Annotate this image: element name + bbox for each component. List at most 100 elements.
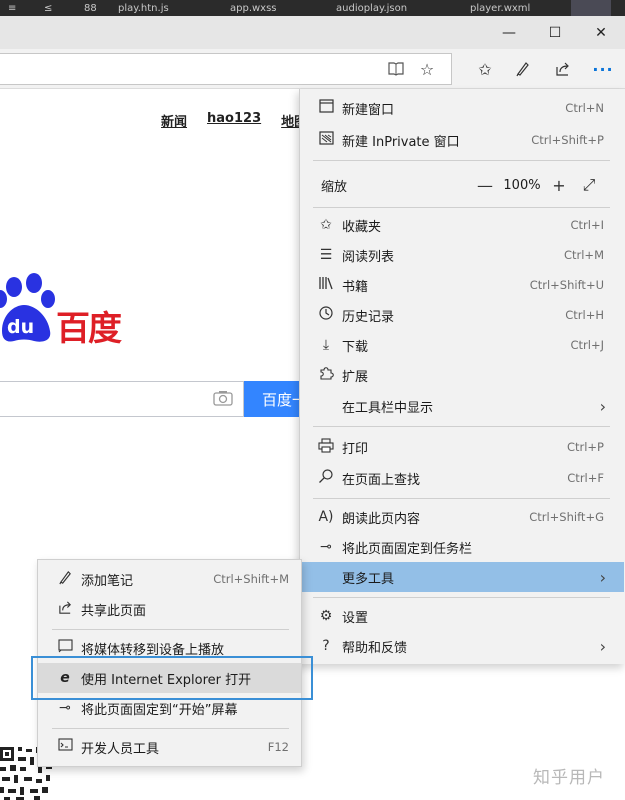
menu-help[interactable]: ? 帮助和反馈 ›: [300, 631, 624, 661]
maximize-button[interactable]: ☐: [532, 16, 578, 49]
inprivate-icon: [317, 131, 335, 149]
toolbar: ☆ ✩ ···: [0, 49, 625, 89]
more-button[interactable]: ···: [585, 53, 621, 85]
menu-shortcut: Ctrl+Shift+P: [531, 133, 604, 147]
read-aloud-icon: A): [318, 509, 334, 525]
chevron-right-icon: ›: [599, 567, 606, 587]
taskbar-item[interactable]: player.wxml: [470, 3, 530, 14]
menu-label: 下载: [342, 339, 369, 355]
star-icon[interactable]: ☆: [412, 54, 442, 84]
menu-downloads[interactable]: ⤓ 下载 Ctrl+J: [300, 330, 624, 360]
menu-label: 开发人员工具: [81, 741, 160, 757]
menu-divider: [313, 207, 610, 208]
extensions-icon: [317, 365, 335, 385]
menu-label: 将此页面固定到任务栏: [342, 541, 473, 557]
taskbar-item[interactable]: 88: [84, 3, 97, 14]
book-icon[interactable]: [381, 54, 411, 84]
menu-shortcut: Ctrl+I: [570, 218, 605, 232]
menu-label: 新建 InPrivate 窗口: [342, 134, 460, 150]
taskbar-item[interactable]: play.htn.js: [118, 3, 169, 14]
zoom-out-button[interactable]: —: [470, 176, 500, 195]
menu-label: 缩放: [321, 179, 348, 195]
reading-list-icon: ☰: [319, 247, 333, 263]
menu-books[interactable]: 书籍 Ctrl+Shift+U: [300, 270, 624, 300]
menu-print[interactable]: 打印 Ctrl+P: [300, 432, 624, 462]
taskbar-item[interactable]: app.wxss: [230, 3, 277, 14]
search-input[interactable]: [0, 381, 244, 417]
menu-history[interactable]: 历史记录 Ctrl+H: [300, 300, 624, 330]
menu-extensions[interactable]: 扩展: [300, 360, 624, 390]
cast-icon: [56, 639, 74, 657]
download-icon: ⤓: [322, 337, 330, 353]
submenu-share[interactable]: 共享此页面: [38, 594, 301, 624]
chevron-right-icon: ›: [599, 636, 606, 656]
menu-label: 收藏夹: [342, 219, 382, 235]
menu-label: 将此页面固定到“开始”屏幕: [81, 702, 238, 718]
logo-badge: du: [7, 316, 34, 338]
menu-shortcut: Ctrl+F: [567, 471, 604, 485]
menu-zoom: 缩放 — 100% + ⤢: [300, 170, 624, 200]
submenu-dev-tools[interactable]: 开发人员工具 F12: [38, 732, 301, 762]
share-icon: [56, 600, 74, 619]
printer-icon: [317, 437, 335, 457]
taskbar-item[interactable]: audioplay.json: [336, 3, 407, 14]
menu-shortcut: Ctrl+Shift+U: [529, 278, 604, 292]
menu-label: 将媒体转移到设备上播放: [81, 642, 225, 658]
close-button[interactable]: ✕: [578, 16, 624, 49]
menu-reading-list[interactable]: ☰ 阅读列表 Ctrl+M: [300, 240, 624, 270]
menu-label: 共享此页面: [81, 603, 147, 619]
taskbar-item[interactable]: ≤: [44, 3, 52, 14]
menu-shortcut: Ctrl+Shift+M: [213, 572, 289, 586]
fullscreen-button[interactable]: ⤢: [574, 175, 604, 195]
camera-icon[interactable]: [213, 390, 233, 408]
menu-pin-taskbar[interactable]: ⊸ 将此页面固定到任务栏: [300, 532, 624, 562]
menu-label: 在工具栏中显示: [342, 400, 434, 416]
menu-show-in-toolbar[interactable]: 在工具栏中显示 ›: [300, 391, 624, 421]
taskbar-strip: ≡ ≤ 88 play.htn.js app.wxss audioplay.js…: [0, 0, 625, 16]
menu-label: 设置: [342, 610, 369, 626]
menu-new-inprivate[interactable]: 新建 InPrivate 窗口 Ctrl+Shift+P: [300, 125, 624, 155]
pen-icon[interactable]: [508, 54, 538, 84]
pin-icon: ⊸: [320, 539, 332, 555]
menu-divider: [52, 629, 289, 630]
submenu-add-notes[interactable]: 添加笔记 Ctrl+Shift+M: [38, 564, 301, 594]
menu-label: 阅读列表: [342, 249, 395, 265]
menu-shortcut: Ctrl+J: [570, 338, 605, 352]
baidu-top-links: 新闻 hao123 地图: [161, 111, 307, 130]
zoom-in-button[interactable]: +: [544, 176, 574, 195]
taskbar-item[interactable]: ≡: [8, 3, 16, 14]
link-news[interactable]: 新闻: [161, 111, 187, 130]
menu-divider: [313, 498, 610, 499]
minimize-button[interactable]: —: [486, 16, 532, 49]
favorites-hub-icon[interactable]: ✩: [470, 54, 500, 84]
menu-new-window[interactable]: 新建窗口 Ctrl+N: [300, 93, 624, 123]
chevron-right-icon: ›: [599, 396, 606, 416]
menu-divider: [313, 160, 610, 161]
menu-label: 帮助和反馈: [342, 640, 408, 656]
menu-favorites[interactable]: ✩ 收藏夹 Ctrl+I: [300, 210, 624, 240]
menu-find[interactable]: 在页面上查找 Ctrl+F: [300, 463, 624, 493]
menu-label: 更多工具: [342, 571, 395, 587]
share-icon[interactable]: [548, 54, 578, 84]
search-button[interactable]: 百度一下: [244, 381, 300, 417]
menu-settings[interactable]: ⚙ 设置: [300, 601, 624, 631]
taskbar-thumbnail[interactable]: [571, 0, 611, 16]
dev-tools-icon: [56, 738, 74, 756]
menu-shortcut: Ctrl+M: [563, 248, 604, 262]
gear-icon: ⚙: [319, 608, 333, 624]
menu-label: 新建窗口: [342, 102, 395, 118]
menu-label: 打印: [342, 441, 369, 457]
menu-label: 朗读此页内容: [342, 511, 421, 527]
pin-icon: ⊸: [59, 700, 71, 716]
menu-shortcut: Ctrl+N: [565, 101, 604, 115]
menu-divider: [313, 597, 610, 598]
menu-divider: [52, 728, 289, 729]
address-bar[interactable]: ☆: [0, 53, 452, 85]
menu-read-aloud[interactable]: A) 朗读此页内容 Ctrl+Shift+G: [300, 502, 624, 532]
menu-more-tools[interactable]: 更多工具 ›: [300, 562, 624, 592]
search-icon: [317, 468, 335, 488]
link-hao123[interactable]: hao123: [207, 111, 261, 130]
title-bar: — ☐ ✕: [0, 16, 625, 49]
history-icon: [317, 305, 335, 325]
zoom-level: 100%: [503, 177, 541, 193]
